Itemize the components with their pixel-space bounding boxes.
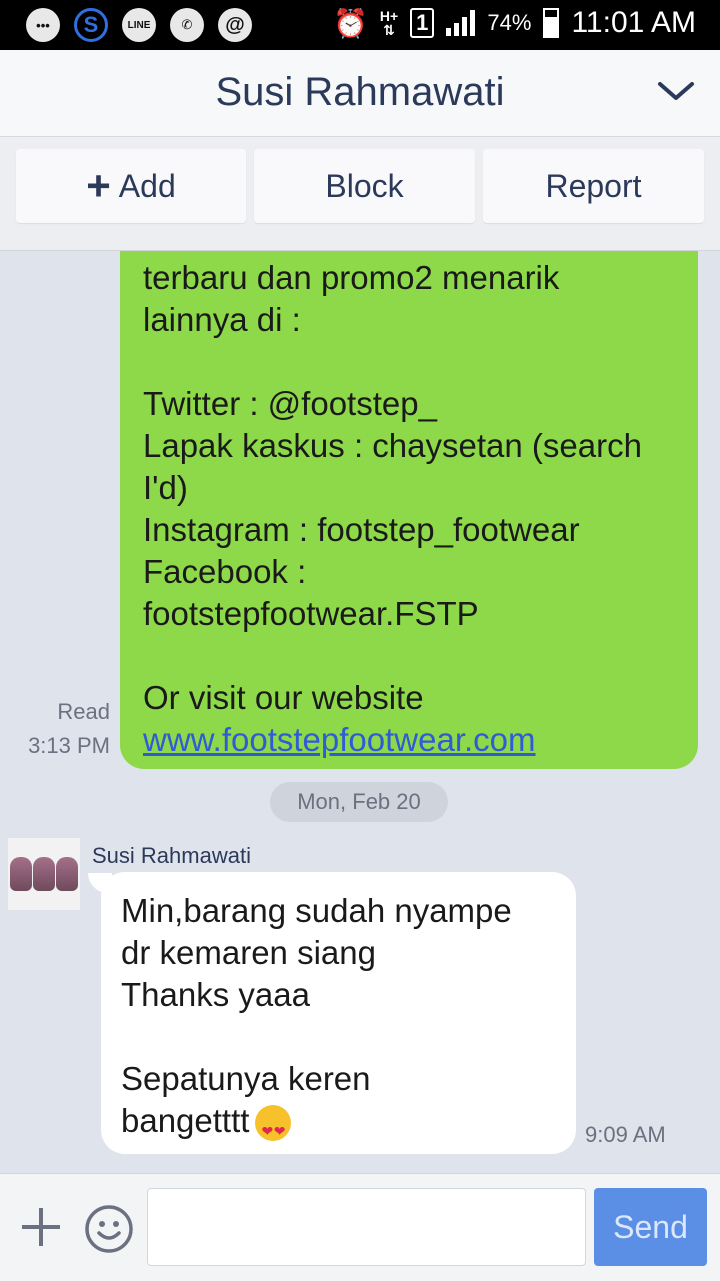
sim-slot-indicator: 1 xyxy=(410,8,435,38)
message-line: Sepatunya keren xyxy=(121,1060,371,1097)
whatsapp-icon: ✆ xyxy=(170,8,204,42)
input-bar: Send xyxy=(0,1173,720,1281)
action-bar: + Add Block Report xyxy=(0,137,720,251)
chevron-down-icon[interactable] xyxy=(656,76,696,106)
message-time: 3:13 PM xyxy=(28,733,110,758)
block-button[interactable]: Block xyxy=(254,149,475,223)
message-line: bangetttt xyxy=(121,1102,250,1139)
message-line: Twitter : @footstep_ xyxy=(143,385,437,422)
line-icon: LINE xyxy=(122,8,156,42)
message-line: Facebook : xyxy=(143,553,307,590)
message-line: Thanks yaaa xyxy=(121,976,310,1013)
plus-icon[interactable] xyxy=(20,1206,62,1248)
alarm-icon: ⏰ xyxy=(333,7,368,39)
add-label: Add xyxy=(118,167,176,204)
chat-title[interactable]: Susi Rahmawati xyxy=(0,70,720,115)
message-line: Instagram : footstep_footwear xyxy=(143,511,580,548)
add-button[interactable]: + Add xyxy=(16,149,246,223)
emoji-icon[interactable] xyxy=(84,1204,134,1254)
message-list[interactable]: terbaru dan promo2 menarik lainnya di : … xyxy=(0,251,720,1173)
report-button[interactable]: Report xyxy=(483,149,704,223)
s-icon: S xyxy=(74,8,108,42)
date-separator: Mon, Feb 20 xyxy=(270,782,448,822)
message-line: Lapak kaskus : chaysetan (search xyxy=(143,427,642,464)
message-line: terbaru dan promo2 menarik xyxy=(143,259,560,296)
block-label: Block xyxy=(325,167,404,204)
heart-eyes-emoji-icon xyxy=(255,1105,292,1152)
chat-header: Susi Rahmawati xyxy=(0,50,720,137)
message-line: dr kemaren siang xyxy=(121,934,376,971)
signal-icon xyxy=(446,10,476,36)
sender-name: Susi Rahmawati xyxy=(92,843,251,868)
incoming-message-bubble[interactable]: Min,barang sudah nyampe dr kemaren siang… xyxy=(101,872,576,1154)
outgoing-message-bubble[interactable]: terbaru dan promo2 menarik lainnya di : … xyxy=(120,251,698,769)
message-input[interactable] xyxy=(147,1188,586,1266)
network-type: H+ ⇅ xyxy=(379,8,399,38)
report-label: Report xyxy=(545,167,642,204)
at-icon: @ xyxy=(218,8,252,42)
message-line: lainnya di : xyxy=(143,301,301,338)
clock: 11:01 AM xyxy=(571,6,696,39)
read-receipt: Read xyxy=(57,699,110,724)
plus-icon: + xyxy=(86,162,111,209)
message-line: footstepfootwear.FSTP xyxy=(143,595,479,632)
avatar[interactable] xyxy=(8,838,80,910)
battery-icon xyxy=(543,8,560,38)
website-link[interactable]: www.footstepfootwear.com xyxy=(143,721,536,758)
notification-icons: ••• S LINE ✆ @ xyxy=(26,8,252,42)
message-line: Or visit our website xyxy=(143,679,424,716)
status-bar: ••• S LINE ✆ @ ⏰ H+ ⇅ 1 74% 11:01 AM xyxy=(0,0,720,50)
message-time: 9:09 AM xyxy=(585,1122,666,1147)
message-line: Min,barang sudah nyampe xyxy=(121,892,512,929)
more-icon: ••• xyxy=(26,8,60,42)
battery-percent: 74% xyxy=(487,10,532,35)
message-line: I'd) xyxy=(143,469,188,506)
send-button[interactable]: Send xyxy=(594,1188,707,1266)
